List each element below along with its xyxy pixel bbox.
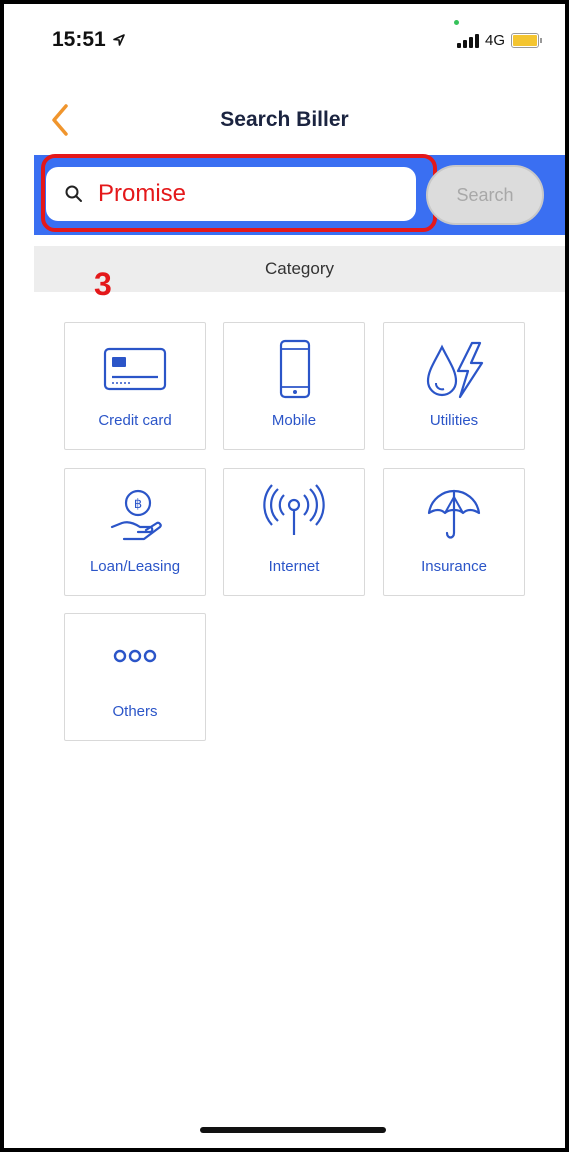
tile-label: Credit card (98, 412, 172, 429)
home-indicator[interactable] (200, 1127, 386, 1133)
tile-label: Mobile (271, 412, 317, 429)
network-label: 4G (484, 32, 505, 49)
insurance-icon (427, 489, 481, 539)
loan-icon: ฿ (110, 489, 162, 541)
category-tile-loan-leasing[interactable]: ฿ Loan/Leasing (64, 468, 206, 596)
status-time: 15:51 (52, 28, 126, 52)
search-button[interactable]: Search (426, 165, 544, 225)
status-icons: 4G (456, 32, 542, 49)
camera-indicator-dot (454, 20, 459, 25)
location-arrow-icon (112, 34, 125, 47)
search-input[interactable]: Promise (46, 167, 416, 221)
tile-label: Utilities (429, 412, 479, 429)
credit-card-icon (103, 347, 167, 391)
tile-label: Loan/Leasing (89, 558, 181, 575)
svg-text:฿: ฿ (134, 497, 142, 512)
category-label: Category (265, 259, 334, 278)
annotation-step-number: 3 (94, 266, 112, 302)
category-tile-utilities[interactable]: Utilities (383, 322, 525, 450)
category-header: Category (34, 246, 565, 292)
tile-label: Others (112, 703, 158, 720)
category-tile-others[interactable]: Others (64, 613, 206, 741)
category-tile-internet[interactable]: Internet (223, 468, 365, 596)
phone-screen: 15:51 4G Search Biller Promise Search Ca… (4, 4, 565, 1148)
tile-label: Internet (268, 558, 320, 575)
internet-icon (263, 484, 325, 535)
search-input-value: Promise (98, 180, 187, 207)
others-icon (113, 649, 157, 663)
battery-icon (511, 33, 542, 48)
category-tile-mobile[interactable]: Mobile (223, 322, 365, 450)
status-time-text: 15:51 (52, 28, 106, 51)
mobile-icon (279, 339, 311, 399)
search-bar-band: Promise Search (34, 154, 565, 235)
category-tile-credit-card[interactable]: Credit card (64, 322, 206, 450)
utilities-icon (426, 341, 484, 399)
search-icon (65, 185, 82, 202)
tile-label: Insurance (421, 558, 487, 575)
signal-icon (456, 33, 479, 48)
category-tile-insurance[interactable]: Insurance (383, 468, 525, 596)
page-title: Search Biller (220, 108, 349, 131)
search-button-label: Search (456, 184, 514, 205)
